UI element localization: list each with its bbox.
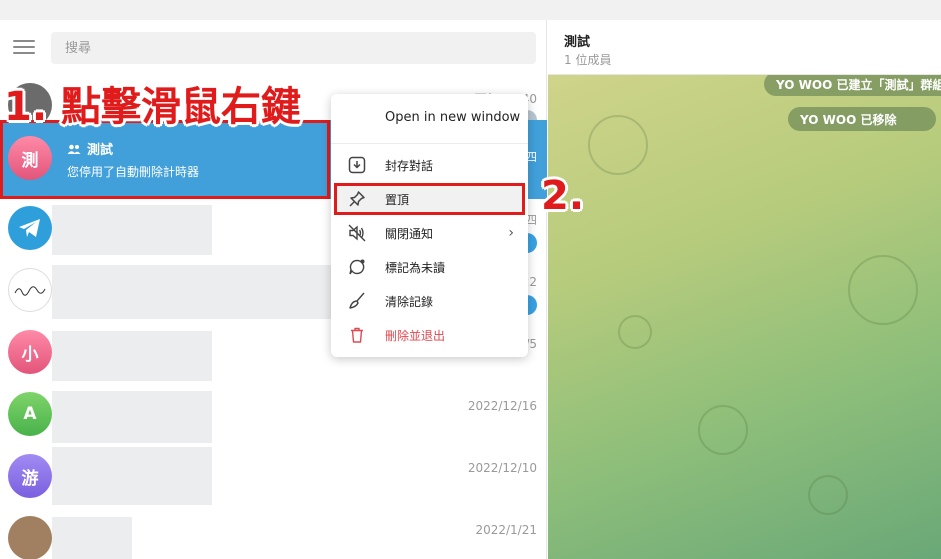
avatar: 小 (8, 330, 52, 374)
system-message: YO WOO 已移除 (788, 107, 937, 131)
blurred-content (52, 517, 132, 559)
chevron-right-icon: › (508, 225, 514, 241)
menu-item-clear-history[interactable]: 清除記錄 (331, 284, 528, 318)
avatar: 測 (8, 136, 52, 180)
chat-member-count: 1 位成員 (564, 53, 612, 67)
menu-item-label: 關閉通知 (385, 226, 434, 241)
menu-item-label: 清除記錄 (385, 294, 434, 309)
chat-list-item[interactable]: 游 2022/12/10 (0, 447, 547, 509)
trash-icon (351, 327, 363, 343)
mute-icon (348, 224, 366, 242)
blurred-content (52, 265, 332, 319)
annotation-step-1: 1. 點擊滑鼠右鍵 (4, 84, 301, 130)
window-titlebar (0, 0, 941, 20)
doodle-decoration (698, 405, 748, 455)
menu-item-mark-unread[interactable]: 標記為未讀 (331, 250, 528, 284)
avatar (8, 206, 52, 250)
context-menu: Open in new window 封存對話 置頂 關閉通知 › 標記為未讀 … (331, 94, 528, 357)
group-icon (67, 144, 81, 154)
chat-name-text: 測試 (87, 143, 114, 158)
chat-last-message: 您停用了自動刪除計時器 (67, 165, 200, 179)
chat-time: 2022/1/21 (475, 523, 537, 537)
doodle-decoration (808, 475, 848, 515)
system-message: YO WOO 已建立「測試」群組 (764, 75, 941, 96)
chat-time: 2022/12/10 (467, 461, 537, 475)
menu-item-delete-and-leave[interactable]: 刪除並退出 (331, 318, 528, 352)
broom-icon (349, 292, 365, 309)
menu-item-mute[interactable]: 關閉通知 › (331, 216, 528, 250)
menu-item-open-new-window[interactable]: Open in new window (331, 100, 528, 134)
chat-title: 測試 (564, 35, 591, 50)
doodle-decoration (848, 255, 918, 325)
avatar: A (8, 392, 52, 436)
unread-icon (349, 259, 365, 275)
annotation-step-2: 2. (541, 173, 585, 219)
menu-item-pin[interactable]: 置頂 (331, 182, 528, 216)
telegram-icon (19, 219, 40, 237)
chat-time: 2022/12/16 (467, 399, 537, 413)
chat-list-item[interactable]: 2022/1/21 (0, 509, 547, 559)
signature-logo-icon (14, 286, 46, 296)
blurred-content (52, 205, 212, 255)
avatar (8, 268, 52, 312)
menu-item-label: 標記為未讀 (385, 260, 446, 275)
menu-separator (331, 143, 528, 144)
blurred-content (52, 447, 212, 505)
avatar (8, 516, 52, 559)
avatar: 游 (8, 454, 52, 498)
chat-wallpaper: YO WOO 已建立「測試」群組 YO WOO 已移除 (548, 75, 941, 559)
chat-list-item[interactable]: A 2022/12/16 (0, 385, 547, 447)
blurred-content (52, 331, 212, 381)
doodle-decoration (588, 115, 648, 175)
menu-item-label: 封存對話 (385, 158, 434, 173)
chat-header[interactable]: 測試 1 位成員 (548, 20, 941, 75)
doodle-decoration (618, 315, 652, 349)
archive-icon (348, 156, 366, 174)
blurred-content (52, 391, 212, 443)
menu-item-label: Open in new window (385, 109, 521, 125)
menu-item-label: 置頂 (385, 192, 410, 207)
search-input[interactable] (51, 32, 536, 64)
menu-item-archive[interactable]: 封存對話 (331, 148, 528, 182)
pin-icon (349, 191, 365, 207)
menu-item-label: 刪除並退出 (385, 328, 446, 343)
hamburger-menu-icon[interactable] (13, 40, 35, 56)
chat-name: 測試 (67, 139, 113, 158)
